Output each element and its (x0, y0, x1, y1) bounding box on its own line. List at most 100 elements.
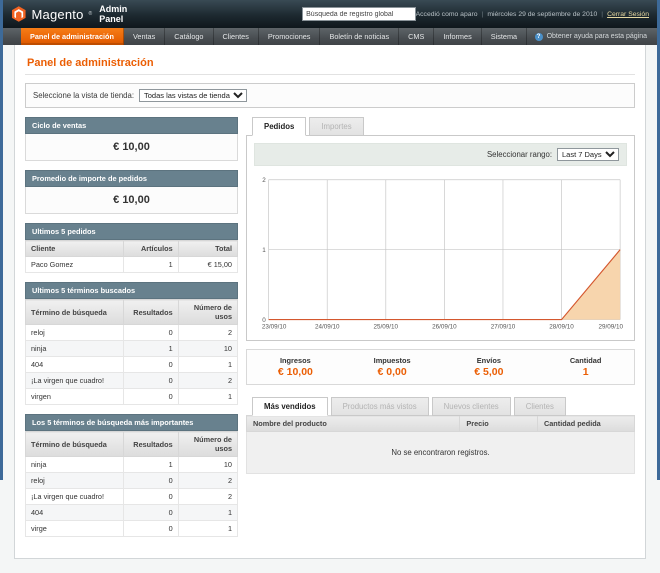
tab-clientes[interactable]: Clientes (514, 397, 566, 416)
global-search-input[interactable] (302, 7, 415, 21)
table-cell: Paco Gomez (26, 257, 124, 273)
page-bottom-strip (3, 559, 657, 573)
chart-tick-label: 24/09/10 (315, 323, 340, 330)
table-cell: 1 (123, 257, 178, 273)
nav-item-cms[interactable]: CMS (399, 28, 434, 45)
chart-tick-label: 29/09/10 (599, 323, 624, 330)
table-row[interactable]: virge01 (26, 521, 238, 537)
column-header: Artículos (123, 241, 178, 257)
dashboard-content: Panel de administración Seleccione la vi… (14, 45, 646, 559)
reports-tabs: Más vendidosProductos más vistosNuevos c… (246, 397, 635, 415)
tab-productos-m-s-vistos[interactable]: Productos más vistos (331, 397, 429, 416)
table-cell: 2 (178, 373, 237, 389)
sales-cycle-widget: Ciclo de ventas € 10,00 (25, 117, 238, 161)
page-title: Panel de administración (27, 57, 635, 69)
logo-text: Magento (32, 7, 84, 22)
logged-in-as: Accedió como aparo (416, 11, 478, 18)
table-cell: ninja (26, 341, 124, 357)
table-header-row: Nombre del productoPrecioCantidad pedida (247, 416, 635, 432)
widget-title: Ultimos 5 pedidos (25, 223, 238, 240)
table-cell: 0 (123, 489, 178, 505)
help-link[interactable]: ? Obtener ayuda para esta página (535, 28, 657, 45)
table-cell: € 15,00 (178, 257, 237, 273)
widget-title: Ciclo de ventas (25, 117, 238, 134)
widget-title: Ultimos 5 términos buscados (25, 282, 238, 299)
table-cell: 0 (123, 325, 178, 341)
tab-m-s-vendidos[interactable]: Más vendidos (252, 397, 328, 416)
column-header: Número de usos (178, 432, 237, 457)
table-cell: 0 (123, 373, 178, 389)
table-cell: ¡La virgen que cuadro! (26, 373, 124, 389)
tab-importes[interactable]: Importes (309, 117, 363, 136)
totals-summary: Ingresos€ 10,00Impuestos€ 0,00Envíos€ 5,… (246, 349, 635, 385)
session-info: Accedió como aparo | miércoles 29 de sep… (416, 11, 649, 18)
table-row[interactable]: ninja110 (26, 341, 238, 357)
table-cell: 2 (178, 325, 237, 341)
last-search-terms-table: Término de búsquedaResultadosNúmero de u… (25, 299, 238, 405)
last-orders-widget: Ultimos 5 pedidos ClienteArtículosTotalP… (25, 223, 238, 273)
orders-area-chart: 01223/09/1024/09/1025/09/1026/09/1027/09… (256, 172, 625, 333)
tab-nuevos-clientes[interactable]: Nuevos clientes (432, 397, 511, 416)
store-view-label: Seleccione la vista de tienda: (33, 91, 134, 100)
metric-impuestos: Impuestos€ 0,00 (344, 356, 441, 378)
logo-subtitle: Admin Panel (99, 4, 152, 24)
magento-logo: Magento ® Admin Panel (11, 4, 152, 24)
main-navigation: Panel de administraciónVentasCatálogoCli… (3, 28, 657, 45)
table-cell: 404 (26, 505, 124, 521)
nav-item-bolet-n-de-noticias[interactable]: Boletín de noticias (320, 28, 399, 45)
separator: | (601, 11, 603, 18)
left-column: Ciclo de ventas € 10,00 Promedio de impo… (25, 117, 238, 546)
range-select[interactable]: Last 7 Days (557, 148, 619, 161)
empty-row: No se encontraron registros. (247, 432, 635, 474)
table-cell: 10 (178, 341, 237, 357)
nav-item-informes[interactable]: Informes (434, 28, 481, 45)
avg-order-widget: Promedio de importe de pedidos € 10,00 (25, 170, 238, 214)
metric-value: € 10,00 (247, 366, 344, 378)
chart-tick-label: 27/09/10 (491, 323, 516, 330)
top-search-terms-table: Término de búsquedaResultadosNúmero de u… (25, 431, 238, 537)
column-header: Nombre del producto (247, 416, 460, 432)
table-row[interactable]: virgen01 (26, 389, 238, 405)
table-cell: reloj (26, 473, 124, 489)
column-header: Resultados (123, 300, 178, 325)
chart-tick-label: 25/09/10 (374, 323, 399, 330)
chart-tick-label: 1 (262, 247, 266, 254)
store-view-select[interactable]: Todas las vistas de tienda (139, 89, 247, 102)
chart-area: 01223/09/1024/09/1025/09/1026/09/1027/09… (254, 166, 627, 333)
nav-item-panel-de-administraci-n[interactable]: Panel de administración (21, 28, 124, 45)
table-cell: virge (26, 521, 124, 537)
last-orders-table: ClienteArtículosTotalPaco Gomez1€ 15,00 (25, 240, 238, 273)
table-cell: 404 (26, 357, 124, 373)
nav-items: Panel de administraciónVentasCatálogoCli… (21, 28, 527, 45)
nav-item-cat-logo[interactable]: Catálogo (165, 28, 213, 45)
table-row[interactable]: 40401 (26, 505, 238, 521)
metric-envíos: Envíos€ 5,00 (441, 356, 538, 378)
table-row[interactable]: ¡La virgen que cuadro!02 (26, 489, 238, 505)
column-header: Precio (460, 416, 538, 432)
nav-item-ventas[interactable]: Ventas (124, 28, 165, 45)
last-search-terms-widget: Ultimos 5 términos buscados Término de b… (25, 282, 238, 405)
nav-item-clientes[interactable]: Clientes (214, 28, 259, 45)
table-row[interactable]: Paco Gomez1€ 15,00 (26, 257, 238, 273)
table-row[interactable]: reloj02 (26, 473, 238, 489)
chart-tick-label: 2 (262, 177, 266, 184)
table-cell: ninja (26, 457, 124, 473)
table-header-row: Término de búsquedaResultadosNúmero de u… (26, 432, 238, 457)
column-header: Resultados (123, 432, 178, 457)
table-row[interactable]: ¡La virgen que cuadro!02 (26, 373, 238, 389)
orders-chart-panel: Seleccionar rango: Last 7 Days 01223/09/… (246, 135, 635, 341)
metric-value: € 5,00 (441, 366, 538, 378)
nav-item-promociones[interactable]: Promociones (259, 28, 321, 45)
table-row[interactable]: reloj02 (26, 325, 238, 341)
avg-order-value: € 10,00 (25, 187, 238, 214)
title-divider (25, 74, 635, 75)
logout-link[interactable]: Cerrar Sesión (607, 11, 649, 18)
widget-title: Los 5 términos de búsqueda más important… (25, 414, 238, 431)
table-row[interactable]: 40401 (26, 357, 238, 373)
separator: | (482, 11, 484, 18)
tab-pedidos[interactable]: Pedidos (252, 117, 306, 136)
chart-tick-label: 26/09/10 (432, 323, 457, 330)
table-row[interactable]: ninja110 (26, 457, 238, 473)
nav-item-sistema[interactable]: Sistema (482, 28, 527, 45)
table-header-row: Término de búsquedaResultadosNúmero de u… (26, 300, 238, 325)
